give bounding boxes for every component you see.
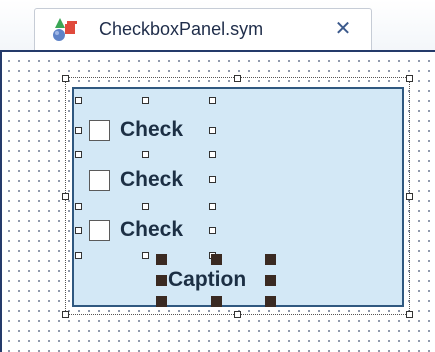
checkbox-1[interactable] — [89, 120, 110, 141]
caption-handle-nw[interactable] — [156, 254, 167, 265]
checkbox-3-handle-sw[interactable] — [75, 252, 82, 259]
caption-handle-w[interactable] — [156, 275, 167, 286]
group-resize-handle-s[interactable] — [234, 311, 241, 318]
checkbox-1-handle-w[interactable] — [75, 127, 82, 134]
checkbox-1-handle-s[interactable] — [142, 151, 149, 158]
group-resize-handle-w[interactable] — [62, 193, 69, 200]
close-icon[interactable]: ✕ — [331, 17, 355, 41]
group-resize-handle-se[interactable] — [406, 311, 413, 318]
checkbox-2-handle-nw[interactable] — [75, 151, 82, 158]
checkbox-3-handle-w[interactable] — [75, 227, 82, 234]
document-tab-bar: CheckboxPanel.sym ✕ — [0, 0, 435, 50]
checkbox-2[interactable] — [89, 170, 110, 191]
group-resize-handle-e[interactable] — [406, 193, 413, 200]
checkbox-3-handle-e[interactable] — [209, 227, 216, 234]
caption-handle-ne[interactable] — [265, 254, 276, 265]
group-resize-handle-sw[interactable] — [62, 311, 69, 318]
checkbox-2-handle-e[interactable] — [209, 176, 216, 183]
checkbox-1-handle-n[interactable] — [142, 97, 149, 104]
tab-checkboxpanel[interactable]: CheckboxPanel.sym ✕ — [34, 8, 372, 50]
caption-handle-e[interactable] — [265, 275, 276, 286]
checkbox-3-handle-nw[interactable] — [75, 203, 82, 210]
checkbox-3-handle-n[interactable] — [142, 203, 149, 210]
checkbox-3-label: Check — [120, 218, 184, 241]
checkbox-1-handle-e[interactable] — [209, 127, 216, 134]
tab-title: CheckboxPanel.sym — [99, 19, 264, 39]
group-resize-handle-n[interactable] — [234, 75, 241, 82]
caption-handle-n[interactable] — [211, 254, 222, 265]
checkbox-3-handle-s[interactable] — [142, 252, 149, 259]
caption-handle-se[interactable] — [265, 296, 276, 307]
caption-label[interactable]: Caption — [168, 268, 246, 292]
checkbox-1-handle-nw[interactable] — [75, 97, 82, 104]
checkbox-2-label: Check — [120, 168, 184, 191]
checkbox-2-handle-ne[interactable] — [209, 151, 216, 158]
caption-handle-sw[interactable] — [156, 296, 167, 307]
checkbox-1-label: Check — [120, 118, 184, 141]
checkbox-1-handle-ne[interactable] — [209, 97, 216, 104]
group-resize-handle-nw[interactable] — [62, 75, 69, 82]
checkbox-3[interactable] — [89, 220, 110, 241]
checkbox-3-handle-ne[interactable] — [209, 203, 216, 210]
caption-handle-s[interactable] — [211, 296, 222, 307]
group-resize-handle-ne[interactable] — [406, 75, 413, 82]
symbol-file-icon — [51, 15, 79, 43]
